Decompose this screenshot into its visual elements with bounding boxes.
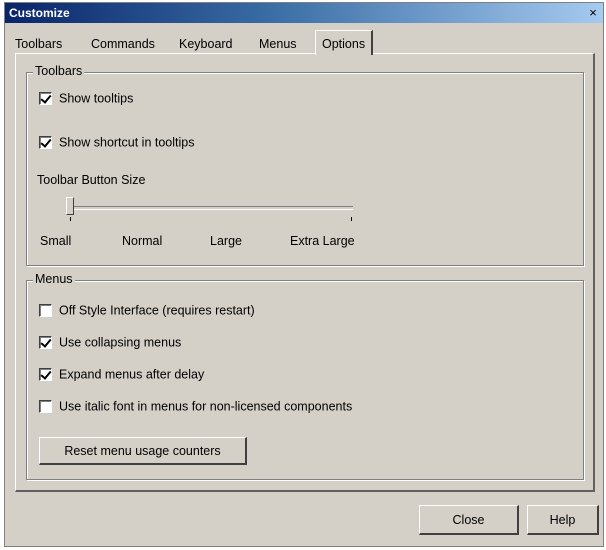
italic-font-label: Use italic font in menus for non-license…	[59, 399, 353, 414]
collapsing-menus-checkbox[interactable]: Use collapsing menus	[39, 333, 181, 351]
expand-delay-label: Expand menus after delay	[59, 367, 205, 382]
customize-dialog: Customize × Toolbars Commands Keyboard M…	[4, 2, 604, 547]
size-extra-large-label: Extra Large	[290, 234, 355, 248]
office-style-label: Off Style Interface (requires restart)	[59, 303, 255, 318]
show-tooltips-label: Show tooltips	[59, 91, 134, 106]
checkbox-box[interactable]	[39, 304, 52, 318]
size-small-label: Small	[40, 234, 72, 248]
button-size-slider-thumb[interactable]	[66, 197, 74, 215]
tab-commands[interactable]: Commands	[91, 35, 155, 54]
office-style-checkbox[interactable]: Off Style Interface (requires restart)	[39, 301, 255, 319]
italic-font-checkbox[interactable]: Use italic font in menus for non-license…	[39, 397, 352, 415]
tab-options[interactable]: Options	[315, 30, 374, 55]
size-normal-label: Normal	[122, 234, 163, 248]
checkbox-box[interactable]	[39, 400, 52, 414]
slider-tick	[70, 217, 71, 221]
tab-keyboard[interactable]: Keyboard	[179, 35, 233, 54]
slider-tick	[351, 217, 352, 221]
toolbars-group-legend: Toolbars	[33, 64, 85, 78]
expand-delay-checkbox[interactable]: Expand menus after delay	[39, 365, 204, 383]
reset-menu-counters-button[interactable]: Reset menu usage counters	[39, 437, 247, 465]
show-tooltips-checkbox[interactable]: Show tooltips	[39, 89, 133, 107]
help-button[interactable]: Help	[527, 505, 599, 535]
show-shortcut-checkbox[interactable]: Show shortcut in tooltips	[39, 133, 195, 151]
options-panel: Toolbars Show tooltips Show shortcut in …	[15, 53, 595, 492]
button-size-slider-track[interactable]	[68, 206, 353, 210]
window-title: Customize	[9, 6, 70, 20]
menus-group: Menus Off Style Interface (requires rest…	[26, 272, 584, 480]
size-large-label: Large	[210, 234, 242, 248]
checkbox-box[interactable]	[39, 368, 52, 382]
checkbox-box[interactable]	[39, 92, 52, 106]
button-size-label: Toolbar Button Size	[37, 173, 146, 187]
close-button[interactable]: Close	[419, 505, 519, 535]
checkbox-box[interactable]	[39, 136, 52, 150]
tab-menus[interactable]: Menus	[259, 35, 297, 54]
title-bar[interactable]: Customize ×	[5, 3, 603, 23]
show-shortcut-label: Show shortcut in tooltips	[59, 135, 195, 150]
tab-toolbars[interactable]: Toolbars	[15, 35, 62, 54]
collapsing-menus-label: Use collapsing menus	[59, 335, 182, 350]
close-icon[interactable]: ×	[585, 5, 601, 21]
checkbox-box[interactable]	[39, 336, 52, 350]
menus-group-legend: Menus	[33, 272, 75, 286]
